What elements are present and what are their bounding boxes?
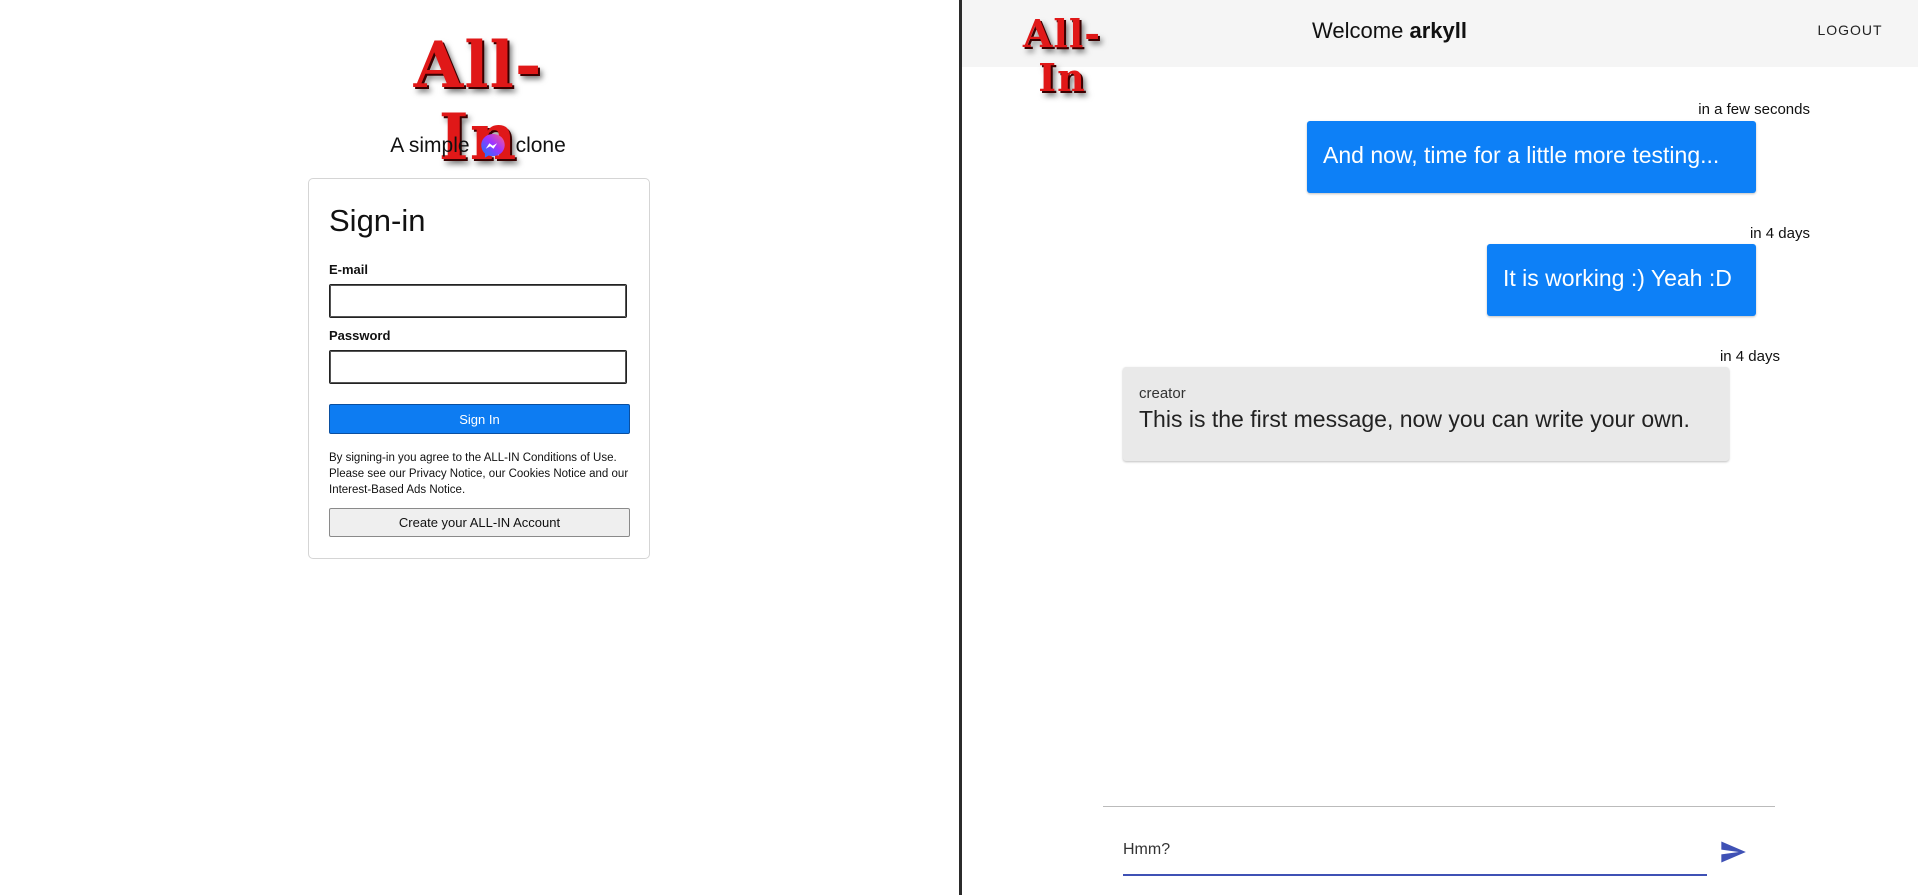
tagline: A simple clone [378, 130, 578, 162]
signin-pane: All-In A simple clone Sign-in E-mail Pas… [0, 0, 959, 895]
message-text: And now, time for a little more testing.… [1323, 142, 1720, 168]
tagline-after: clone [515, 134, 566, 157]
message-text: This is the first message, now you can w… [1139, 406, 1690, 432]
composer-divider [1103, 806, 1775, 807]
email-field[interactable] [329, 284, 627, 318]
terms-text: By signing-in you agree to the ALL-IN Co… [329, 452, 629, 496]
create-account-button[interactable]: Create your ALL-IN Account [329, 508, 630, 537]
app-logo[interactable]: All-In [388, 30, 568, 174]
header-logo[interactable]: All-In [1012, 12, 1112, 100]
password-field[interactable] [329, 350, 627, 384]
message-timestamp: in 4 days [1719, 348, 1780, 365]
signin-button[interactable]: Sign In [329, 404, 630, 434]
message-bubble: And now, time for a little more testing.… [1307, 121, 1756, 193]
tagline-before: A simple [390, 134, 470, 157]
message-text: It is working :) Yeah :D [1503, 265, 1732, 291]
message-bubble: It is working :) Yeah :D [1487, 244, 1756, 316]
welcome-text: Welcome arkyll [1262, 18, 1517, 48]
message-bubble: creator This is the first message, now y… [1123, 367, 1729, 461]
send-icon[interactable] [1719, 838, 1747, 866]
message-timestamp: in 4 days [1749, 225, 1810, 242]
message-sender: creator [1139, 385, 1186, 402]
signin-card: Sign-in E-mail Password Sign In By signi… [308, 178, 650, 559]
signin-title: Sign-in [329, 203, 426, 238]
username: arkyll [1409, 18, 1467, 43]
message-input[interactable]: Hmm? [1123, 836, 1707, 876]
messenger-icon [480, 134, 505, 158]
welcome-prefix: Welcome [1312, 18, 1404, 43]
screen: All-In A simple clone Sign-in E-mail Pas… [0, 0, 1918, 895]
chat-header: All-In Welcome arkyll LOGOUT [962, 0, 1918, 100]
logout-button[interactable]: LOGOUT [1800, 22, 1900, 44]
chat-pane: All-In Welcome arkyll LOGOUT in a few se… [962, 0, 1918, 895]
message-timestamp: in a few seconds [1698, 101, 1810, 118]
email-label: E-mail [329, 262, 369, 277]
password-label: Password [329, 328, 391, 343]
